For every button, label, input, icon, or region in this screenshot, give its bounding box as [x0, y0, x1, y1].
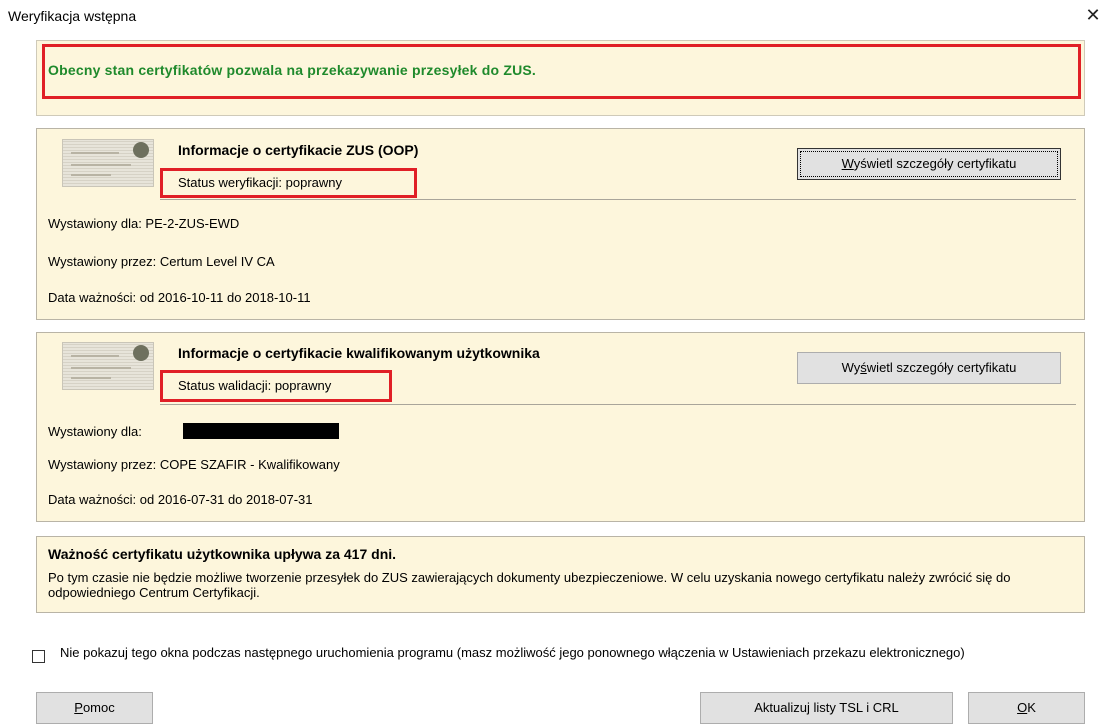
zus-issued-for: Wystawiony dla: PE-2-ZUS-EWD — [48, 216, 240, 231]
help-mnemonic: P — [74, 700, 83, 715]
zus-issued-by: Wystawiony przez: Certum Level IV CA — [48, 254, 275, 269]
status-banner-message: Obecny stan certyfikatów pozwala na prze… — [48, 62, 537, 78]
ok-label: K — [1027, 700, 1036, 715]
ok-mnemonic: O — [1017, 700, 1028, 715]
certificate-icon — [62, 139, 154, 187]
redacted-name — [183, 423, 339, 439]
help-label: omoc — [82, 700, 115, 715]
zus-button-label: yświetl szczegóły certyfikatu — [853, 156, 1017, 171]
window-title: Weryfikacja wstępna — [8, 8, 137, 24]
expiry-title: Ważność certyfikatu użytkownika upływa z… — [48, 546, 397, 562]
user-issued-for: Wystawiony dla: — [48, 424, 142, 439]
zus-cert-details-button[interactable]: Wyświetl szczegóły certyfikatu — [797, 148, 1061, 180]
user-validity: Data ważności: od 2016-07-31 do 2018-07-… — [48, 492, 313, 507]
zus-separator — [160, 199, 1076, 200]
help-button[interactable]: Pomoc — [36, 692, 153, 724]
certificate-icon — [62, 342, 154, 390]
ok-button[interactable]: OK — [968, 692, 1085, 724]
zus-cert-status: Status weryfikacji: poprawny — [178, 175, 343, 190]
user-issued-by: Wystawiony przez: COPE SZAFIR - Kwalifik… — [48, 457, 340, 472]
zus-button-mnemonic: W — [841, 156, 854, 171]
user-cert-status: Status walidacji: poprawny — [178, 378, 332, 393]
dont-show-label[interactable]: Nie pokazuj tego okna podczas następnego… — [60, 645, 1070, 660]
user-button-prefix: Wy — [841, 360, 861, 375]
expiry-description: Po tym czasie nie będzie możliwe tworzen… — [48, 570, 1011, 600]
update-tsl-crl-button[interactable]: Aktualizuj listy TSL i CRL — [700, 692, 953, 724]
user-separator — [160, 404, 1076, 405]
user-button-label: wietl szczegóły certyfikatu — [866, 360, 1017, 375]
zus-validity: Data ważności: od 2016-10-11 do 2018-10-… — [48, 290, 311, 305]
user-cert-details-button[interactable]: Wyświetl szczegóły certyfikatu — [797, 352, 1061, 384]
close-icon[interactable]: ✕ — [1084, 6, 1102, 24]
dont-show-checkbox[interactable] — [32, 650, 45, 663]
zus-cert-title: Informacje o certyfikacie ZUS (OOP) — [178, 142, 419, 158]
user-cert-title: Informacje o certyfikacie kwalifikowanym… — [178, 345, 540, 361]
